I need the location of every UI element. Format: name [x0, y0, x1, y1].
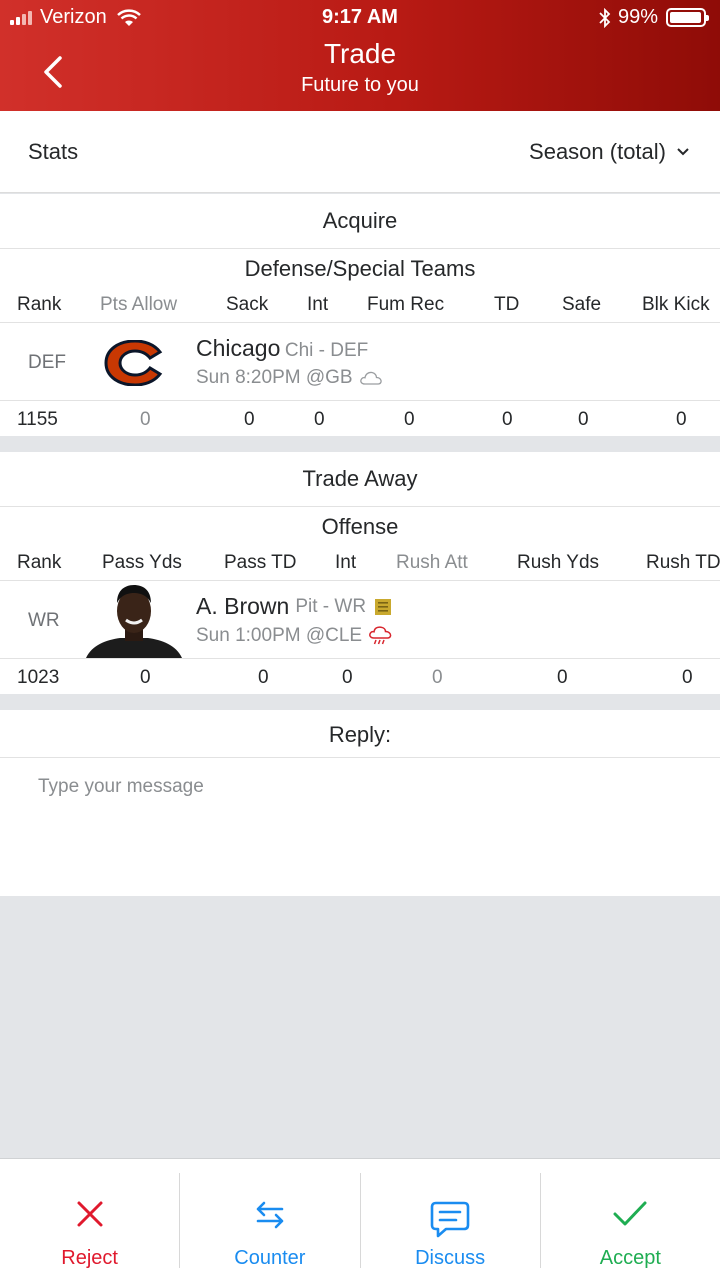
discuss-button[interactable]: Discuss	[361, 1173, 541, 1269]
stat-pass-yds: 0	[140, 667, 151, 688]
player-game: Sun 1:00PM @CLE	[196, 625, 363, 646]
col-pass-td[interactable]: Pass TD	[224, 552, 297, 574]
stat-rank: 1155	[17, 409, 58, 430]
col-int[interactable]: Int	[335, 552, 356, 574]
stat-int: 0	[314, 409, 325, 430]
player-position: WR	[28, 610, 60, 631]
chat-bubble-icon	[430, 1201, 470, 1238]
stat-safe: 0	[578, 409, 589, 430]
reject-label: Reject	[61, 1247, 118, 1269]
stat-int: 0	[342, 667, 353, 688]
stat-pass-td: 0	[258, 667, 269, 688]
accept-button[interactable]: Accept	[541, 1173, 720, 1269]
reply-section: Reply:	[0, 710, 720, 896]
stats-row: Stats Season (total)	[0, 111, 720, 193]
acquire-group-title: Defense/Special Teams	[244, 256, 476, 281]
trade-away-title: Trade Away	[302, 466, 418, 491]
stat-blk-kick: 0	[676, 409, 687, 430]
col-rush-td[interactable]: Rush TD	[646, 552, 720, 574]
col-pass-yds[interactable]: Pass Yds	[102, 552, 182, 574]
note-icon[interactable]	[374, 598, 392, 616]
battery-icon	[666, 8, 709, 27]
chevron-down-icon	[677, 148, 689, 156]
col-rush-yds[interactable]: Rush Yds	[517, 552, 599, 574]
stat-sack: 0	[244, 409, 255, 430]
player-name[interactable]: A. Brown	[196, 593, 289, 620]
player-name[interactable]: Chicago	[196, 335, 280, 361]
close-icon	[77, 1201, 103, 1227]
page-title: Trade	[323, 38, 397, 69]
action-bar: Reject Counter Discuss Accept	[0, 1158, 720, 1280]
col-sack[interactable]: Sack	[226, 294, 268, 316]
checkmark-icon	[613, 1201, 647, 1226]
stat-fum-rec: 0	[404, 409, 415, 430]
player-headshot	[86, 585, 182, 658]
swap-arrows-icon	[256, 1201, 284, 1229]
discuss-label: Discuss	[415, 1247, 486, 1269]
cloud-icon	[359, 371, 382, 385]
stat-rush-yds: 0	[557, 667, 568, 688]
reply-title: Reply:	[328, 722, 392, 747]
player-team: Chi - DEF	[284, 340, 369, 361]
reject-button[interactable]: Reject	[0, 1173, 181, 1269]
acquire-title: Acquire	[322, 208, 398, 233]
col-pts-allow[interactable]: Pts Allow	[100, 294, 177, 316]
reply-message-input[interactable]	[20, 770, 700, 880]
battery-percent: 99%	[617, 6, 658, 28]
stat-rush-att: 0	[432, 667, 443, 688]
col-int[interactable]: Int	[307, 294, 328, 316]
col-rush-att[interactable]: Rush Att	[396, 552, 468, 574]
col-td[interactable]: TD	[494, 294, 519, 316]
player-team: Pit - WR	[295, 595, 367, 617]
col-rank[interactable]: Rank	[17, 294, 61, 316]
player-game: Sun 8:20PM @GB	[196, 367, 353, 388]
trade-away-group-title: Offense	[321, 514, 399, 539]
page-subtitle: Future to you	[301, 74, 419, 96]
counter-label: Counter	[234, 1247, 306, 1269]
stat-td: 0	[502, 409, 513, 430]
col-blk-kick[interactable]: Blk Kick	[642, 294, 710, 316]
stat-rush-td: 0	[682, 667, 693, 688]
bluetooth-icon	[599, 7, 611, 28]
player-position: DEF	[28, 352, 66, 373]
stat-pts-allow: 0	[140, 409, 151, 430]
acquire-section: Acquire Defense/Special Teams Rank Pts A…	[0, 194, 720, 436]
status-bar: Verizon 9:17 AM 99%	[0, 0, 720, 36]
col-fum-rec[interactable]: Fum Rec	[367, 294, 444, 316]
season-dropdown-value: Season (total)	[529, 139, 666, 164]
rain-cloud-icon	[369, 626, 392, 645]
header: Verizon 9:17 AM 99% Trade Future to you	[0, 0, 720, 111]
season-dropdown[interactable]: Season (total)	[529, 139, 690, 165]
col-safe[interactable]: Safe	[562, 294, 601, 316]
stats-label: Stats	[28, 139, 79, 164]
counter-button[interactable]: Counter	[180, 1173, 361, 1269]
bears-logo	[104, 340, 163, 386]
accept-label: Accept	[599, 1247, 661, 1269]
col-rank[interactable]: Rank	[17, 552, 61, 574]
trade-away-section: Trade Away Offense Rank Pass Yds Pass TD…	[0, 452, 720, 694]
stat-rank: 1023	[17, 667, 60, 688]
